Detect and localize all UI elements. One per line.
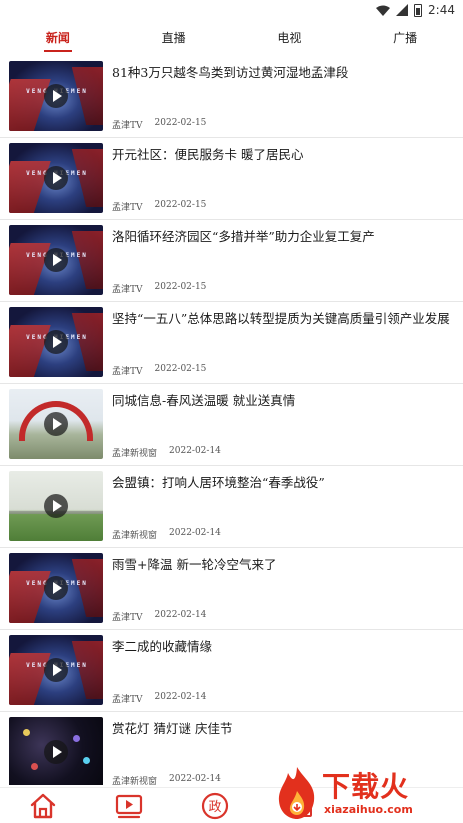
watermark-url: xiazaihuo.com [324, 803, 413, 816]
news-date: 2022-02-14 [169, 774, 221, 784]
video-thumbnail[interactable]: VENG HIEMEN [9, 635, 103, 705]
news-title: 81种3万只越冬鸟类到访过黄河湿地孟津段 [112, 65, 349, 80]
play-icon[interactable] [44, 166, 68, 190]
news-date: 2022-02-14 [169, 446, 221, 456]
news-date: 2022-02-14 [154, 692, 207, 702]
video-thumbnail[interactable]: VENG HIEMEN [9, 143, 103, 213]
news-source: 孟津TV [112, 613, 143, 623]
video-thumbnail[interactable] [9, 389, 103, 459]
status-bar: 2:44 [0, 0, 463, 22]
nav-home[interactable] [0, 788, 86, 823]
wifi-icon [376, 5, 391, 16]
video-thumbnail[interactable]: VENG HIEMEN [9, 61, 103, 131]
news-item[interactable]: VENG HIEMEN 开元社区：便民服务卡 暖了居民心 孟津TV 2022-0… [0, 138, 463, 220]
status-time: 2:44 [428, 3, 455, 17]
lantern-light [23, 729, 30, 736]
tab-tv[interactable]: 电视 [232, 22, 348, 54]
news-meta: 孟津新视窗 2022-02-14 [112, 446, 221, 459]
news-meta: 孟津TV 2022-02-15 [112, 282, 206, 295]
news-item[interactable]: 会盟镇：打响人居环境整治“春季战役” 孟津新视窗 2022-02-14 [0, 466, 463, 548]
news-meta: 孟津TV 2022-02-15 [112, 200, 206, 213]
tab-radio[interactable]: 广播 [347, 22, 463, 54]
news-title: 坚持“一五八”总体思路以转型提质为关键高质量引领产业发展 [112, 311, 450, 326]
nav-government[interactable]: 政 [172, 788, 258, 823]
news-meta: 孟津TV 2022-02-15 [112, 364, 206, 377]
video-thumbnail[interactable]: VENG HIEMEN [9, 225, 103, 295]
news-date: 2022-02-15 [154, 118, 207, 128]
news-item[interactable]: VENG HIEMEN 雨雪+降温 新一轮冷空气来了 孟津TV 2022-02-… [0, 548, 463, 630]
news-meta: 孟津新视窗 2022-02-14 [112, 774, 221, 785]
news-source: 孟津TV [112, 121, 143, 131]
news-meta: 孟津TV 2022-02-14 [112, 610, 206, 623]
status-icons: 2:44 [376, 3, 455, 17]
watermark: 下载火 xiazaihuo.com [274, 763, 460, 823]
news-title: 开元社区：便民服务卡 暖了居民心 [112, 147, 304, 162]
zheng-glyph: 政 [208, 800, 221, 815]
play-icon[interactable] [44, 658, 68, 682]
zheng-icon: 政 [201, 792, 229, 820]
play-icon[interactable] [44, 576, 68, 600]
news-source: 孟津新视窗 [112, 531, 158, 541]
news-source: 孟津TV [112, 285, 143, 295]
news-item[interactable]: 同城信息-春风送温暖 就业送真情 孟津新视窗 2022-02-14 [0, 384, 463, 466]
news-date: 2022-02-15 [154, 200, 207, 210]
play-icon[interactable] [44, 84, 68, 108]
play-icon[interactable] [44, 412, 68, 436]
video-thumbnail[interactable] [9, 717, 103, 785]
video-icon [115, 794, 143, 819]
news-date: 2022-02-14 [154, 610, 207, 620]
news-list: VENG HIEMEN 81种3万只越冬鸟类到访过黄河湿地孟津段 孟津TV 20… [0, 56, 463, 785]
news-meta: 孟津新视窗 2022-02-14 [112, 528, 221, 541]
news-date: 2022-02-14 [169, 528, 221, 538]
tab-news[interactable]: 新闻 [0, 22, 116, 54]
play-icon[interactable] [44, 330, 68, 354]
signal-icon [396, 4, 409, 16]
news-meta: 孟津TV 2022-02-14 [112, 692, 206, 705]
news-source: 孟津TV [112, 367, 143, 377]
news-title: 会盟镇：打响人居环境整治“春季战役” [112, 475, 325, 490]
video-thumbnail[interactable]: VENG HIEMEN [9, 553, 103, 623]
news-title: 李二成的收藏情缘 [112, 639, 213, 654]
news-meta: 孟津TV 2022-02-15 [112, 118, 206, 131]
home-icon [30, 793, 56, 819]
nav-video[interactable] [86, 788, 172, 823]
play-icon[interactable] [44, 494, 68, 518]
lantern-light [31, 763, 38, 770]
news-source: 孟津新视窗 [112, 449, 158, 459]
lantern-light [83, 757, 90, 764]
news-item[interactable]: VENG HIEMEN 李二成的收藏情缘 孟津TV 2022-02-14 [0, 630, 463, 712]
lantern-light [73, 735, 80, 742]
news-date: 2022-02-15 [154, 282, 207, 292]
watermark-text: 下载火 [322, 770, 410, 803]
news-title: 赏花灯 猜灯谜 庆佳节 [112, 721, 233, 736]
flame-logo-icon [278, 767, 315, 819]
video-thumbnail[interactable]: VENG HIEMEN [9, 307, 103, 377]
news-title: 洛阳循环经济园区“多措并举”助力企业复工复产 [112, 229, 375, 244]
news-item[interactable]: VENG HIEMEN 81种3万只越冬鸟类到访过黄河湿地孟津段 孟津TV 20… [0, 56, 463, 138]
category-tabs: 新闻 直播 电视 广播 [0, 22, 463, 54]
news-item[interactable]: VENG HIEMEN 洛阳循环经济园区“多措并举”助力企业复工复产 孟津TV … [0, 220, 463, 302]
video-thumbnail[interactable] [9, 471, 103, 541]
news-item[interactable]: VENG HIEMEN 坚持“一五八”总体思路以转型提质为关键高质量引领产业发展… [0, 302, 463, 384]
battery-icon [414, 3, 423, 17]
news-source: 孟津TV [112, 695, 143, 705]
news-title: 雨雪+降温 新一轮冷空气来了 [112, 557, 277, 572]
news-source: 孟津新视窗 [112, 777, 158, 785]
news-date: 2022-02-15 [154, 364, 207, 374]
tab-live[interactable]: 直播 [116, 22, 232, 54]
news-source: 孟津TV [112, 203, 143, 213]
play-icon[interactable] [44, 740, 68, 764]
play-icon[interactable] [44, 248, 68, 272]
news-title: 同城信息-春风送温暖 就业送真情 [112, 393, 296, 408]
